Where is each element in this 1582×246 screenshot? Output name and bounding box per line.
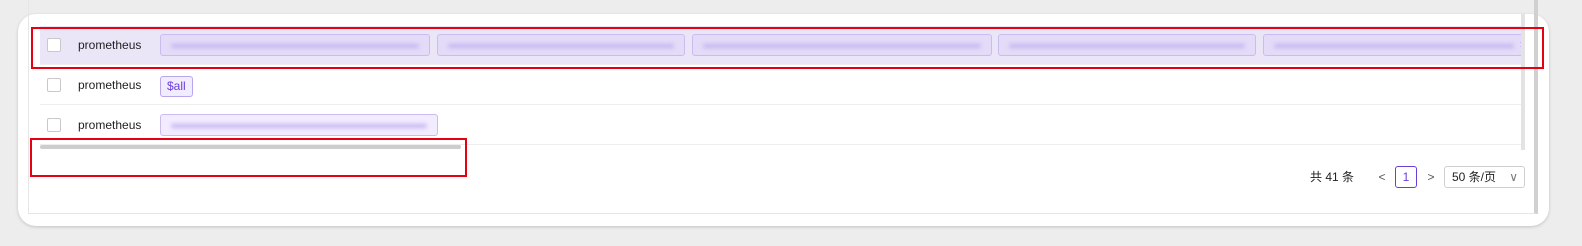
scope-tag [998, 34, 1256, 56]
scope-tag [437, 34, 685, 56]
table-row[interactable]: prometheus › [40, 26, 1525, 65]
chevron-down-icon: ∨ [1509, 170, 1518, 184]
vertical-scrollbar[interactable] [1521, 14, 1525, 150]
row-name: prometheus [78, 38, 142, 52]
scope-tag: $all [160, 76, 193, 97]
horizontal-scrollbar[interactable] [40, 145, 461, 149]
scope-tag [160, 114, 438, 136]
row-checkbox[interactable] [47, 78, 61, 92]
table-row[interactable]: prometheus $all [40, 66, 1525, 105]
page-size-select[interactable]: 50 条/页 ∨ [1444, 166, 1525, 188]
next-page-button[interactable]: > [1424, 166, 1438, 188]
row-name: prometheus [78, 78, 142, 92]
page-1-button[interactable]: 1 [1395, 166, 1417, 188]
scope-tag [160, 34, 430, 56]
total-count: 共 41 条 [1310, 170, 1355, 184]
row-checkbox[interactable] [47, 38, 61, 52]
prev-page-button[interactable]: < [1375, 166, 1389, 188]
row-checkbox[interactable] [47, 118, 61, 132]
scope-tag [692, 34, 992, 56]
page-size-label: 50 条/页 [1452, 170, 1497, 184]
table-row[interactable]: prometheus [40, 106, 1525, 145]
row-name: prometheus [78, 118, 142, 132]
scope-tag [1263, 34, 1525, 56]
